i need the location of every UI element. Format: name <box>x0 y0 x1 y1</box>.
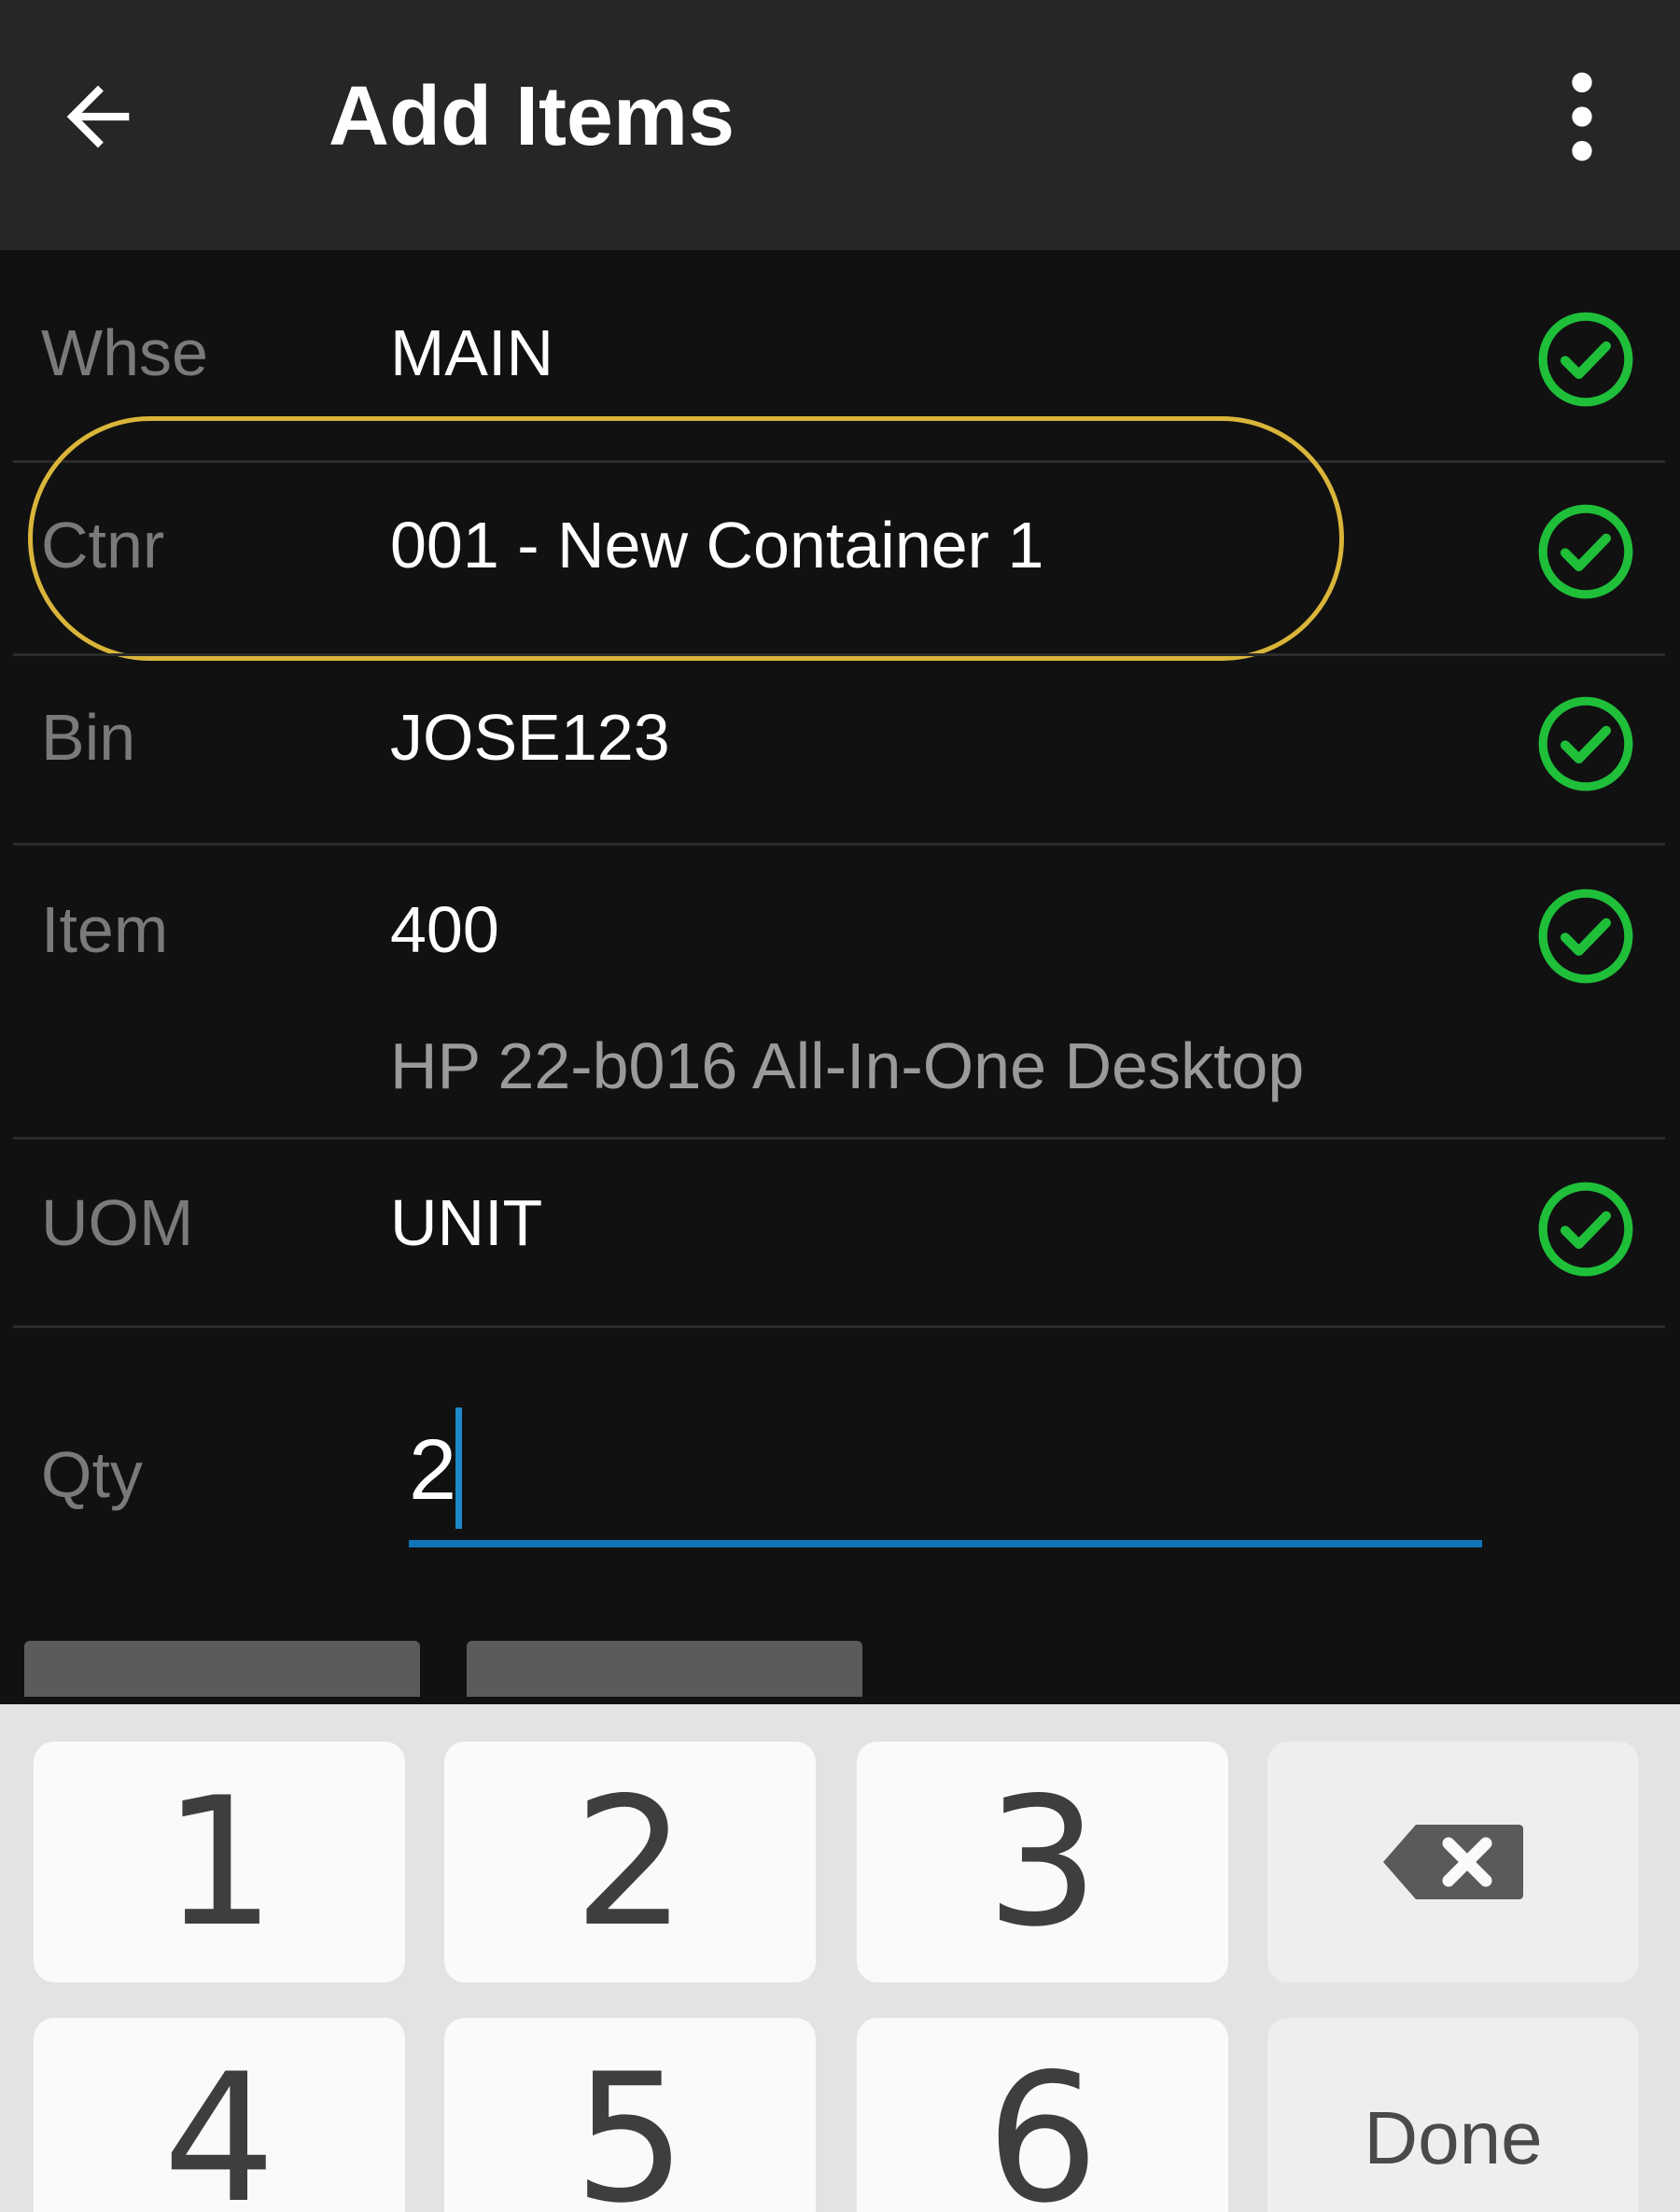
field-row-whse[interactable]: Whse MAIN <box>0 297 1680 409</box>
key-1[interactable]: 1 <box>34 1742 405 1982</box>
backspace-key[interactable] <box>1267 1742 1639 1982</box>
app-bar: Add Items <box>0 0 1680 250</box>
field-row-item[interactable]: Item 400 <box>0 874 1680 986</box>
arrow-left-icon <box>66 85 130 148</box>
field-row-uom[interactable]: UOM UNIT <box>0 1167 1680 1279</box>
key-3[interactable]: 3 <box>857 1742 1228 1982</box>
key-5[interactable]: 5 <box>444 2018 816 2212</box>
check-circle-icon <box>1538 889 1633 984</box>
input-underline <box>409 1540 1482 1547</box>
whse-label: Whse <box>41 316 208 389</box>
field-row-bin[interactable]: Bin JOSE123 <box>0 681 1680 793</box>
key-2[interactable]: 2 <box>444 1742 816 1982</box>
qty-input-value: 2 <box>409 1422 457 1518</box>
divider <box>13 653 1665 656</box>
qty-label: Qty <box>41 1438 143 1511</box>
whse-value: MAIN <box>390 316 553 389</box>
item-value: 400 <box>390 893 499 966</box>
check-circle-icon <box>1538 696 1633 791</box>
qty-input[interactable]: 2 <box>409 1400 1482 1549</box>
highlight-annotation <box>28 416 1344 661</box>
overflow-menu-button[interactable] <box>1531 56 1633 177</box>
backspace-icon <box>1383 1825 1523 1899</box>
check-circle-icon <box>1538 312 1633 407</box>
key-6[interactable]: 6 <box>857 2018 1228 2212</box>
text-caret <box>455 1407 462 1529</box>
divider <box>13 1137 1665 1140</box>
screen: Add Items Whse MAIN Ctnr 001 - New Conta… <box>0 0 1680 2212</box>
bin-value: JOSE123 <box>390 701 670 774</box>
divider <box>13 843 1665 846</box>
done-key[interactable]: Done <box>1267 2018 1639 2212</box>
divider <box>13 1325 1665 1328</box>
back-button[interactable] <box>37 56 159 177</box>
more-vert-icon <box>1572 72 1592 161</box>
key-4[interactable]: 4 <box>34 2018 405 2212</box>
action-button-partial[interactable] <box>24 1641 420 1697</box>
bin-label: Bin <box>41 701 136 774</box>
item-description: HP 22-b016 All-In-One Desktop <box>390 1029 1305 1102</box>
check-circle-icon <box>1538 1182 1633 1277</box>
uom-label: UOM <box>41 1186 194 1259</box>
numeric-keyboard: 1 2 3 4 5 6 Done <box>0 1704 1680 2212</box>
action-button-partial[interactable] <box>467 1641 862 1697</box>
check-circle-icon <box>1538 504 1633 599</box>
page-title: Add Items <box>329 70 735 163</box>
uom-value: UNIT <box>390 1186 543 1259</box>
item-label: Item <box>41 893 169 966</box>
